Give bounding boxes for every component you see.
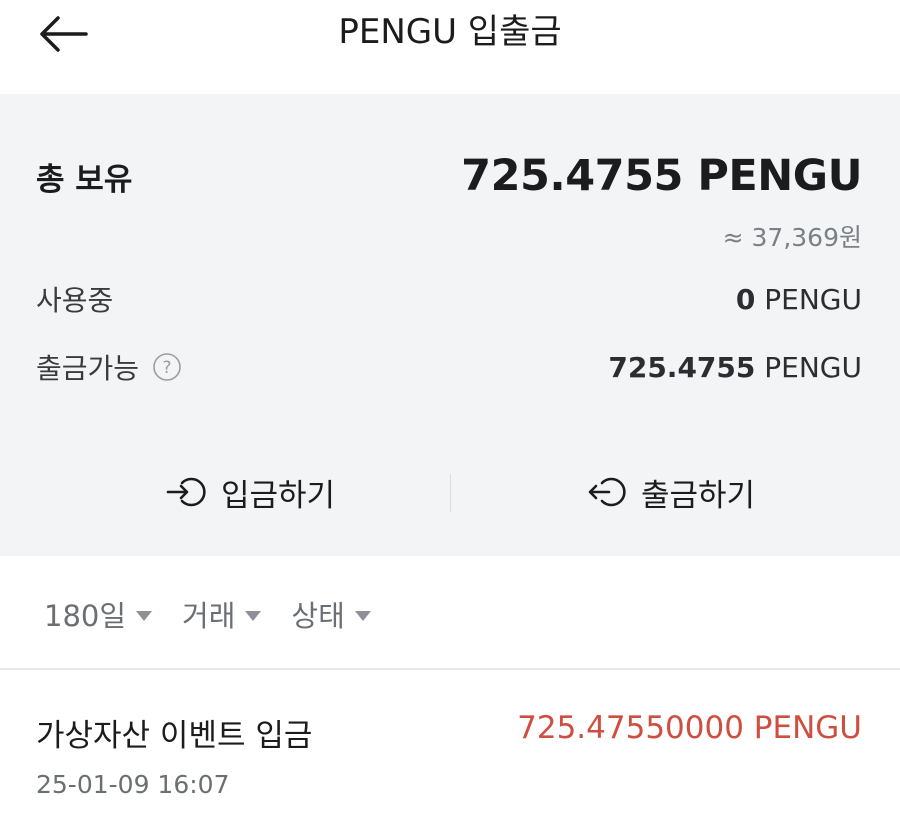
withdraw-label: 출금하기 [640,477,756,514]
transaction-item[interactable]: 가상자산 이벤트 입금 725.47550000 PENGU 25-01-09 … [0,670,900,838]
withdrawable-label: 출금가능 [36,352,140,385]
transaction-date: 25-01-09 16:07 [36,770,230,799]
header: PENGU 입출금 [0,0,900,94]
transaction-amount: 725.47550000 PENGU [517,710,862,746]
action-bar: 입금하기 출금하기 [0,454,900,530]
chevron-down-icon [245,610,262,621]
deposit-icon [166,477,206,507]
filter-status-label: 상태 [291,599,345,633]
filter-period-label: 180일 [44,599,127,633]
withdrawable-label-wrap: 출금가능 ? [36,347,183,387]
in-use-amount: 0 [735,282,756,316]
total-holdings-row: 총 보유 725.4755 PENGU [36,146,862,206]
filter-bar: 180일 거래 상태 [44,586,371,642]
page-title: PENGU 입출금 [338,12,562,52]
filter-period-dropdown[interactable]: 180일 [44,593,153,635]
help-icon[interactable]: ? [151,351,183,383]
withdrawable-amount: 725.4755 [608,350,756,384]
total-holdings-label: 총 보유 [36,161,133,198]
filter-type-dropdown[interactable]: 거래 [182,593,262,635]
balance-summary: 총 보유 725.4755 PENGU ≈ 37,369원 사용중 0 PENG… [0,94,900,556]
deposit-label: 입금하기 [220,477,336,514]
filter-status-dropdown[interactable]: 상태 [291,593,371,635]
withdrawable-unit: PENGU [755,350,862,384]
action-divider [450,474,451,512]
withdraw-icon [588,477,626,507]
withdrawable-row: 출금가능 ? 725.4755 PENGU [36,346,862,388]
in-use-row: 사용중 0 PENGU [36,278,862,320]
transaction-title: 가상자산 이벤트 입금 [36,718,313,754]
total-krw-value: ≈ 37,369원 [722,223,862,252]
chevron-down-icon [136,610,153,621]
in-use-value: 0 PENGU [736,283,862,316]
withdrawable-value: 725.4755 PENGU [608,351,862,384]
in-use-label: 사용중 [36,284,114,317]
deposit-button[interactable]: 입금하기 [120,454,380,530]
svg-text:?: ? [163,358,172,378]
filter-type-label: 거래 [182,599,236,633]
chevron-down-icon [354,610,371,621]
total-holdings-value: 725.4755 PENGU [461,151,862,201]
withdraw-button[interactable]: 출금하기 [540,454,800,530]
in-use-unit: PENGU [755,282,862,316]
